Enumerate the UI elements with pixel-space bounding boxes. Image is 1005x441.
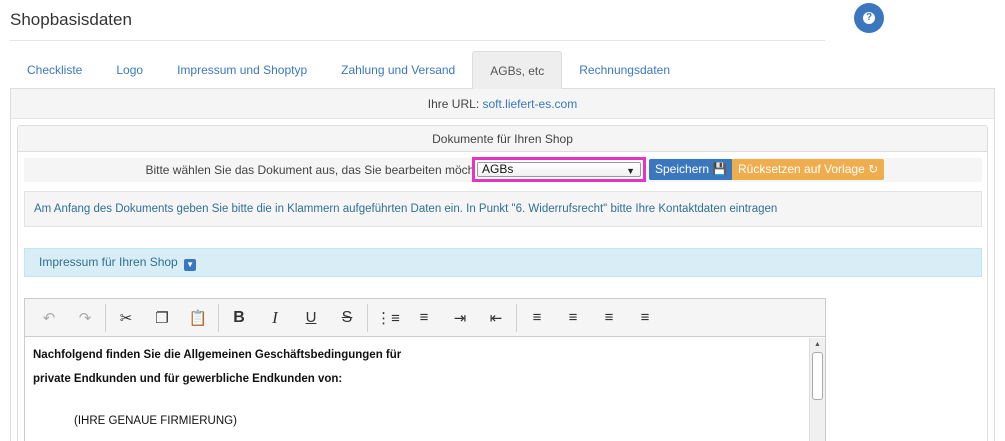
url-bar: Ihre URL: soft.liefert-es.com — [11, 89, 994, 119]
redo-icon[interactable]: ↷ — [67, 303, 103, 333]
strikethrough-icon[interactable]: S — [329, 303, 365, 333]
document-select[interactable]: AGBs ▼ — [472, 157, 646, 182]
bold-icon[interactable]: B — [221, 303, 257, 333]
bullet-list-icon[interactable]: ⋮≡ — [370, 303, 406, 333]
tab-agbs-etc[interactable]: AGBs, etc — [472, 51, 563, 90]
documents-panel: Dokumente für Ihren Shop Bitte wählen Si… — [17, 125, 988, 441]
scrollbar-thumb[interactable] — [812, 352, 823, 400]
caret-down-icon: ▼ — [184, 259, 197, 271]
tab-content: Ihre URL: soft.liefert-es.com Dokumente … — [10, 89, 995, 441]
scroll-up-icon[interactable]: ▲ — [810, 338, 825, 352]
align-justify-icon[interactable]: ≡ — [627, 303, 663, 333]
numbered-list-icon[interactable]: ≡ — [406, 303, 442, 333]
question-icon: ? — [863, 12, 875, 24]
impressum-label: Impressum für Ihren Shop — [39, 255, 178, 269]
document-select-value: AGBs — [482, 162, 514, 176]
documents-panel-title: Dokumente für Ihren Shop — [18, 126, 987, 152]
tab-rechnungsdaten[interactable]: Rechnungsdaten — [562, 51, 687, 89]
shop-url-link[interactable]: soft.liefert-es.com — [483, 97, 578, 111]
page-title: Shopbasisdaten — [10, 10, 132, 29]
toolbar-separator — [516, 303, 517, 332]
tab-bar: Checkliste Logo Impressum und Shoptyp Za… — [10, 51, 995, 90]
reset-button-label: Rücksetzen auf Vorlage — [738, 162, 865, 176]
outdent-icon[interactable]: ⇤ — [478, 303, 514, 333]
editor-content[interactable]: Nachfolgend finden Sie die Allgemeinen G… — [25, 338, 808, 441]
rich-text-editor: ↶ ↷ ✂ ❐ 📋 B I U S ⋮≡ ≡ ⇥ ⇤ ≡ ≡ ≡ ≡ Nachf… — [24, 298, 826, 441]
refresh-icon: ↻ — [868, 162, 879, 176]
chevron-down-icon: ▼ — [626, 166, 635, 176]
reset-button[interactable]: Rücksetzen auf Vorlage ↻ — [732, 159, 885, 180]
cut-icon[interactable]: ✂ — [108, 303, 144, 333]
align-left-icon[interactable]: ≡ — [519, 303, 555, 333]
indent-icon[interactable]: ⇥ — [442, 303, 478, 333]
title-divider — [10, 40, 825, 41]
content-line: Nachfolgend finden Sie die Allgemeinen G… — [33, 349, 402, 361]
document-select-row: Bitte wählen Sie das Dokument aus, das S… — [24, 157, 982, 182]
tab-impressum-und-shoptyp[interactable]: Impressum und Shoptyp — [160, 51, 324, 89]
toolbar-separator — [105, 303, 106, 332]
toolbar-separator — [218, 303, 219, 332]
content-line: (IHRE GENAUE FIRMIERUNG) — [74, 415, 237, 427]
content-line: private Endkunden und für gewerbliche En… — [33, 373, 343, 385]
align-right-icon[interactable]: ≡ — [555, 303, 591, 333]
italic-icon[interactable]: I — [257, 303, 293, 333]
save-button[interactable]: Speichern 💾 — [649, 159, 734, 180]
instructions-alert: Am Anfang des Dokuments geben Sie bitte … — [24, 191, 982, 227]
url-label: Ihre URL: — [427, 97, 480, 111]
copy-icon[interactable]: ❐ — [144, 303, 180, 333]
editor-toolbar: ↶ ↷ ✂ ❐ 📋 B I U S ⋮≡ ≡ ⇥ ⇤ ≡ ≡ ≡ ≡ — [25, 299, 825, 337]
align-center-icon[interactable]: ≡ — [591, 303, 627, 333]
undo-icon[interactable]: ↶ — [31, 303, 67, 333]
impressum-toggle[interactable]: Impressum für Ihren Shop ▼ — [24, 248, 982, 277]
help-button[interactable]: ? — [854, 3, 884, 33]
paste-icon[interactable]: 📋 — [180, 303, 216, 333]
floppy-disk-icon: 💾 — [712, 162, 728, 176]
toolbar-separator — [367, 303, 368, 332]
tab-logo[interactable]: Logo — [99, 51, 160, 89]
editor-scrollbar[interactable]: ▲ — [809, 338, 825, 441]
save-button-label: Speichern — [655, 162, 710, 176]
tab-checkliste[interactable]: Checkliste — [10, 51, 99, 89]
document-select-label: Bitte wählen Sie das Dokument aus, das S… — [145, 163, 491, 177]
tab-zahlung-und-versand[interactable]: Zahlung und Versand — [324, 51, 472, 89]
underline-icon[interactable]: U — [293, 303, 329, 333]
